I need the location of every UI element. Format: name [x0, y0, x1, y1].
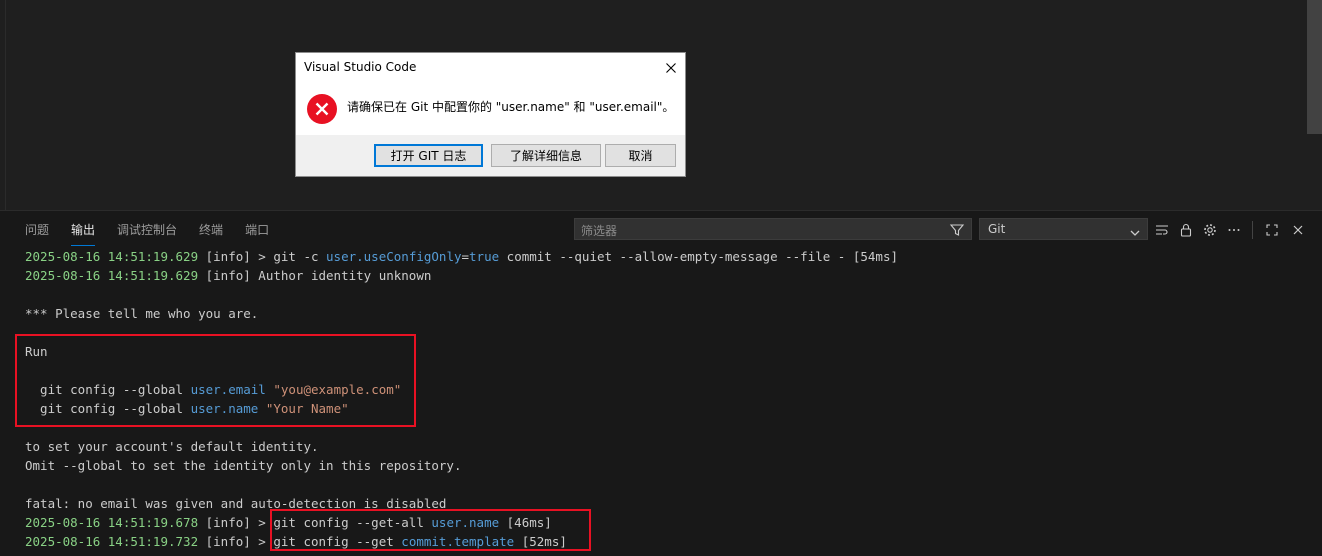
log-segment: user.email — [190, 382, 266, 397]
log-segment: *** Please tell me who you are. — [25, 306, 259, 321]
log-line: to set your account's default identity. — [25, 437, 898, 456]
output-log[interactable]: 2025-08-16 14:51:19.629 [info] > git -c … — [25, 247, 898, 551]
toolbar-separator — [1252, 221, 1253, 239]
log-segment — [258, 401, 266, 416]
log-line: git config --global user.email "you@exam… — [25, 380, 898, 399]
log-segment: git config --global — [25, 401, 191, 416]
filter-icon[interactable] — [949, 222, 965, 242]
tab-ports[interactable]: 端口 — [245, 222, 269, 240]
tab-debug-console[interactable]: 调试控制台 — [117, 222, 177, 240]
log-line: Run — [25, 342, 898, 361]
open-git-log-button[interactable]: 打开 GIT 日志 — [374, 144, 483, 167]
log-segment: [info] > git -c — [198, 249, 327, 264]
output-panel: 问题 输出 调试控制台 终端 端口 筛选器 Git 2025-08-16 14:… — [0, 210, 1322, 556]
close-panel-icon[interactable] — [1290, 222, 1306, 238]
log-segment: git config --global — [25, 382, 191, 397]
editor-divider — [5, 0, 6, 210]
dialog-title: Visual Studio Code — [304, 60, 417, 74]
maximize-panel-icon[interactable] — [1264, 222, 1280, 238]
log-segment: = — [461, 249, 470, 264]
log-segment: 2025-08-16 14:51:19.732 — [25, 534, 199, 549]
tab-problems[interactable]: 问题 — [25, 222, 49, 240]
log-segment: [info] Author identity unknown — [198, 268, 432, 283]
log-segment: commit.template — [401, 534, 515, 549]
log-segment: to set your account's default identity. — [25, 439, 319, 454]
dialog-message: 请确保已在 Git 中配置你的 "user.name" 和 "user.emai… — [347, 100, 675, 114]
log-segment: user.name — [431, 515, 500, 530]
log-segment: fatal: no email was given and auto-detec… — [25, 496, 447, 511]
output-filter-input[interactable]: 筛选器 — [574, 218, 972, 240]
log-segment: user.name — [190, 401, 259, 416]
log-segment: 2025-08-16 14:51:19.678 — [25, 515, 199, 530]
log-segment: Run — [25, 344, 48, 359]
output-channel-select[interactable]: Git — [979, 218, 1148, 240]
output-channel-value: Git — [988, 222, 1006, 236]
log-line: Omit --global to set the identity only i… — [25, 456, 898, 475]
close-icon[interactable] — [665, 59, 677, 78]
dialog-content: Visual Studio Code 请确保已在 Git 中配置你的 "user… — [296, 53, 685, 135]
more-actions-icon[interactable] — [1226, 222, 1242, 238]
log-segment: "Your Name" — [265, 401, 349, 416]
word-wrap-icon[interactable] — [1154, 222, 1170, 238]
filter-placeholder: 筛选器 — [581, 224, 618, 238]
learn-more-button[interactable]: 了解详细信息 — [491, 144, 601, 167]
log-segment: user.useConfigOnly — [326, 249, 462, 264]
panel-tabs: 问题 输出 调试控制台 终端 端口 — [25, 222, 269, 246]
log-line: *** Please tell me who you are. — [25, 304, 898, 323]
cancel-button[interactable]: 取消 — [605, 144, 676, 167]
log-line: 2025-08-16 14:51:19.629 [info] Author id… — [25, 266, 898, 285]
log-segment: commit --quiet --allow-empty-message --f… — [499, 249, 898, 264]
error-icon — [306, 93, 338, 129]
log-segment: "you@example.com" — [273, 382, 402, 397]
log-segment: [46ms] — [499, 515, 552, 530]
log-line: 2025-08-16 14:51:19.678 [info] > git con… — [25, 513, 898, 532]
tab-output[interactable]: 输出 — [71, 222, 96, 246]
lock-icon[interactable] — [1178, 222, 1194, 238]
log-line: 2025-08-16 14:51:19.732 [info] > git con… — [25, 532, 898, 551]
log-segment: 2025-08-16 14:51:19.629 — [25, 268, 199, 283]
tab-terminal[interactable]: 终端 — [199, 222, 223, 240]
log-segment: [info] > git config --get — [198, 534, 402, 549]
log-line: git config --global user.name "Your Name… — [25, 399, 898, 418]
log-segment: 2025-08-16 14:51:19.629 — [25, 249, 199, 264]
log-line: 2025-08-16 14:51:19.629 [info] > git -c … — [25, 247, 898, 266]
log-segment: [52ms] — [514, 534, 567, 549]
editor-scrollbar-thumb[interactable] — [1307, 0, 1322, 134]
log-segment: [info] > git config --get-all — [198, 515, 432, 530]
log-segment: Omit --global to set the identity only i… — [25, 458, 462, 473]
chevron-down-icon — [1129, 224, 1141, 243]
error-dialog: Visual Studio Code 请确保已在 Git 中配置你的 "user… — [295, 52, 686, 177]
gear-icon[interactable] — [1202, 222, 1218, 238]
log-segment: true — [469, 249, 500, 264]
log-line: fatal: no email was given and auto-detec… — [25, 494, 898, 513]
